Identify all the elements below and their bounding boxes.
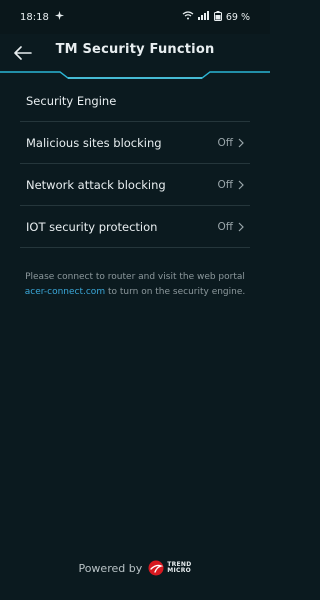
status-left: 18:18 — [20, 11, 64, 23]
setting-label: IOT security protection — [26, 219, 158, 234]
app-header: TM Security Function — [0, 34, 270, 79]
status-bar: 18:18 69 % — [0, 0, 270, 34]
settings-list: Security Engine Malicious sites blocking… — [20, 80, 250, 248]
battery-level: 69 % — [225, 11, 250, 23]
notification-icon — [54, 11, 64, 23]
portal-link[interactable]: acer-connect.com — [25, 287, 105, 297]
brand-line-2: MICRO — [167, 567, 192, 574]
setting-value: Off — [218, 137, 245, 149]
footer: Powered by TREND MICRO — [0, 560, 270, 576]
setting-value: Off — [218, 179, 245, 191]
brand-text: TREND MICRO — [167, 562, 191, 574]
note-text-end: to turn on the security engine. — [105, 287, 246, 297]
setting-value: Off — [218, 221, 245, 233]
trend-micro-brand: TREND MICRO — [148, 560, 191, 576]
trend-micro-logo-icon — [148, 560, 164, 576]
setting-label: Network attack blocking — [26, 177, 166, 192]
setting-status: Off — [217, 178, 234, 191]
setting-label: Malicious sites blocking — [26, 135, 162, 150]
page-title: TM Security Function — [55, 42, 215, 57]
battery-icon — [213, 10, 222, 24]
chevron-right-icon — [238, 138, 244, 147]
wifi-icon — [182, 11, 194, 23]
powered-by-label: Powered by — [78, 561, 143, 575]
setting-label: Security Engine — [26, 93, 117, 108]
signal-icon — [197, 11, 210, 23]
setting-security-engine[interactable]: Security Engine — [20, 80, 250, 122]
note-text-start: Please connect to router and visit the w… — [25, 272, 245, 282]
chevron-right-icon — [238, 180, 244, 189]
chevron-right-icon — [238, 222, 244, 231]
setting-iot-security-protection[interactable]: IOT security protection Off — [20, 206, 250, 248]
setting-malicious-sites-blocking[interactable]: Malicious sites blocking Off — [20, 122, 250, 164]
instruction-note: Please connect to router and visit the w… — [18, 270, 252, 300]
setting-network-attack-blocking[interactable]: Network attack blocking Off — [20, 164, 250, 206]
status-time: 18:18 — [20, 11, 49, 23]
status-right: 69 % — [182, 10, 250, 24]
setting-status: Off — [217, 220, 234, 233]
setting-status: Off — [217, 136, 234, 149]
